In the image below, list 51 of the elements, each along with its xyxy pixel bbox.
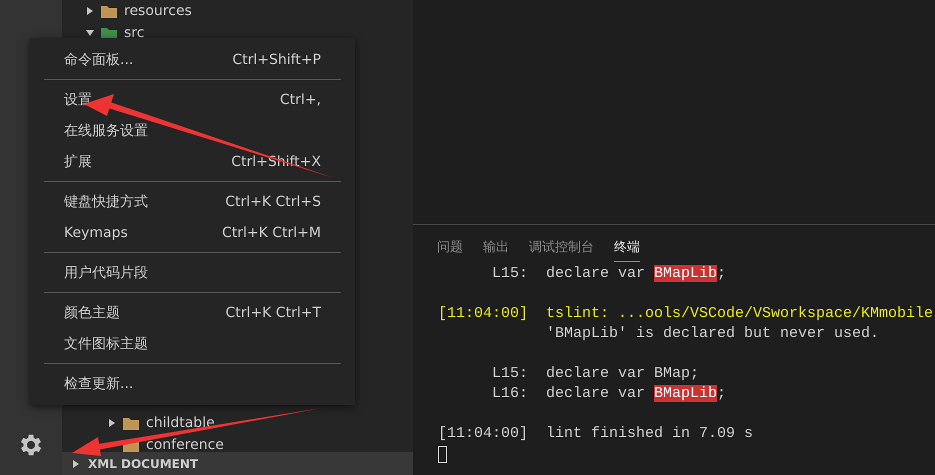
menu-label: Keymaps <box>64 224 128 240</box>
terminal-cursor <box>438 446 447 463</box>
tree-item[interactable]: resources <box>124 3 192 19</box>
panel-tab[interactable]: 调试控制台 <box>529 235 594 262</box>
menu-label: 颜色主题 <box>64 304 120 322</box>
panel-tab[interactable]: 终端 <box>614 235 640 262</box>
terminal-text: 'BMapLib' is declared but never used. <box>546 325 880 342</box>
terminal-text: declare var <box>546 265 646 282</box>
shortcut: Ctrl+K Ctrl+T <box>226 304 321 320</box>
menu-label: 键盘快捷方式 <box>64 192 148 210</box>
shortcut: Ctrl+Shift+P <box>232 52 321 68</box>
panel-tab[interactable]: 输出 <box>483 235 509 262</box>
folder-icon <box>101 4 117 18</box>
menu-label: 检查更新... <box>64 374 134 392</box>
menu-item[interactable]: 键盘快捷方式 Ctrl+K Ctrl+S <box>30 186 355 217</box>
terminal-text: lint finished in 7.09 s <box>546 425 754 442</box>
panel-tab[interactable]: 问题 <box>437 235 463 262</box>
timestamp: [11:04:00] <box>438 424 528 444</box>
menu-label: 命令面板... <box>64 50 134 68</box>
menu-label: 文件图标主题 <box>64 334 148 352</box>
caret-icon[interactable] <box>108 418 116 428</box>
menu-item[interactable]: Keymaps Ctrl+K Ctrl+M <box>30 217 355 248</box>
menu-item[interactable]: 用户代码片段 <box>30 257 355 288</box>
terminal-text: tslint: ...ools/VSCode/VSworkspace/KMmobile <box>546 305 934 322</box>
menu-label: 用户代码片段 <box>64 264 148 282</box>
shortcut: Ctrl+K Ctrl+M <box>222 224 321 240</box>
terminal-text: BMapLib <box>654 385 718 402</box>
tree-item[interactable]: conference <box>146 437 224 453</box>
tree-item[interactable]: src <box>124 25 144 41</box>
menu-label: 扩展 <box>64 152 92 170</box>
terminal-text: ; <box>717 385 726 402</box>
menu-item[interactable]: 检查更新... <box>30 368 355 399</box>
terminal-text: ; <box>717 265 726 282</box>
terminal-text: declare var BMap; <box>546 365 700 382</box>
menu-item[interactable]: 在线服务设置 <box>30 115 355 146</box>
shortcut: Ctrl+, <box>280 92 321 108</box>
menu-item[interactable]: 文件图标主题 <box>30 328 355 359</box>
caret-icon[interactable] <box>86 6 94 16</box>
line-label: L16: <box>490 384 528 404</box>
section-header[interactable]: XML DOCUMENT <box>62 452 413 475</box>
terminal-text: BMapLib <box>654 265 718 282</box>
folder-icon <box>123 416 139 430</box>
menu-label: 在线服务设置 <box>64 122 148 140</box>
menu-item[interactable]: 命令面板... Ctrl+Shift+P <box>30 44 355 75</box>
timestamp: [11:04:00] <box>438 304 528 324</box>
line-label: L15: <box>490 264 528 284</box>
tree-item[interactable]: childtable <box>146 415 215 431</box>
line-label: L15: <box>490 364 528 384</box>
menu-item[interactable]: 颜色主题 Ctrl+K Ctrl+T <box>30 297 355 328</box>
shortcut: Ctrl+K Ctrl+S <box>225 194 321 210</box>
terminal-text: declare var <box>546 385 646 402</box>
